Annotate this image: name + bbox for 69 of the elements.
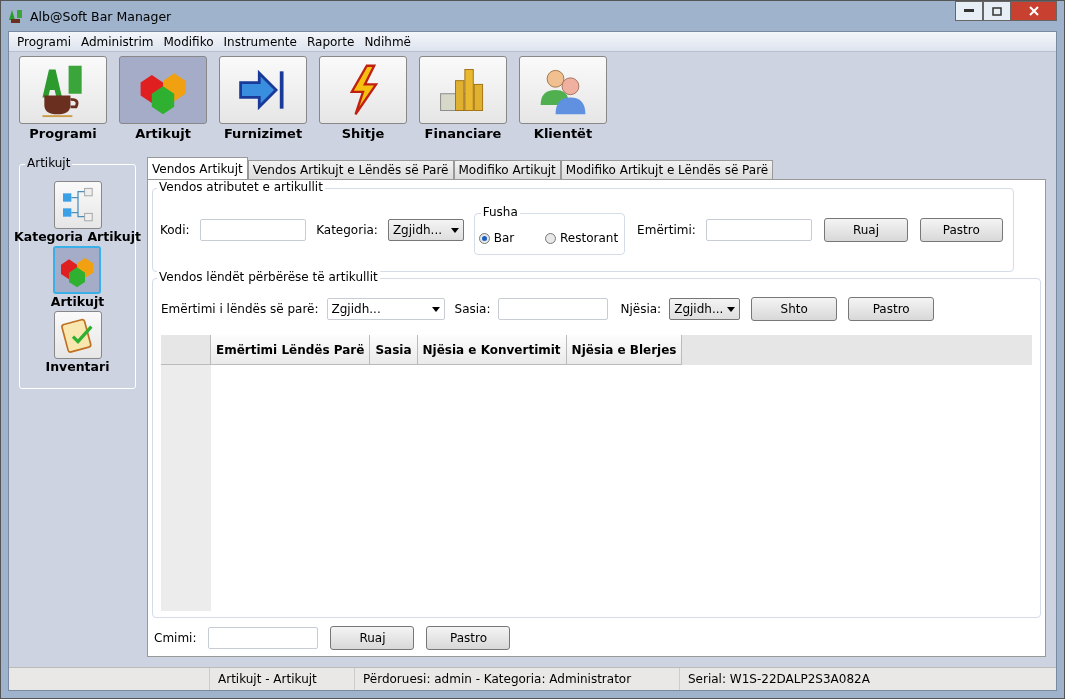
maximize-button[interactable] xyxy=(983,1,1011,21)
dropdown-arrow-icon xyxy=(450,227,459,233)
sidebar-label: Kategoria Artikujt xyxy=(14,229,141,244)
tab[interactable]: Vendos Artikujt xyxy=(147,157,248,179)
form-button[interactable]: Ruaj xyxy=(824,218,908,242)
field-label: Emërtimi: xyxy=(637,223,696,237)
dropdown-arrow-icon xyxy=(727,306,736,312)
field-label: Kodi: xyxy=(160,223,190,237)
form-button[interactable]: Pastro xyxy=(848,297,935,321)
category-dropdown[interactable]: Zgjidh... xyxy=(387,219,464,241)
minimize-icon xyxy=(964,9,974,13)
tab[interactable]: Modifiko Artikujt xyxy=(453,160,561,179)
menu-item[interactable]: Raporte xyxy=(302,34,361,49)
tab[interactable]: Modifiko Artikujt e Lëndës së Parë xyxy=(560,160,774,179)
menu-item[interactable]: Programi xyxy=(13,34,77,49)
sidebar-button[interactable] xyxy=(53,246,102,294)
column-header[interactable]: Njësia e Blerjes xyxy=(566,335,683,365)
menu-item[interactable]: Modifiko xyxy=(159,34,220,49)
toolbar-label: Artikujt xyxy=(135,126,191,141)
dropdown-arrow-icon xyxy=(431,306,440,312)
minimize-button[interactable] xyxy=(955,1,983,21)
menu-item[interactable]: Administrim xyxy=(76,34,160,49)
toolbar-button[interactable] xyxy=(219,56,307,124)
unit-dropdown[interactable]: Zgjidh... xyxy=(669,298,741,320)
group-title: Fusha xyxy=(480,205,520,219)
sidebar-label: Inventari xyxy=(45,359,110,374)
column-header[interactable]: Emërtimi Lëndës Parë xyxy=(211,335,371,365)
field-label: Cmimi: xyxy=(154,631,197,645)
toolbar-label: Klientët xyxy=(533,126,593,141)
column-header[interactable]: Njësia e Konvertimit xyxy=(417,335,567,365)
name-field[interactable] xyxy=(705,219,813,241)
status-text: Artikujt - Artikujt xyxy=(218,672,317,686)
code-field[interactable] xyxy=(199,219,307,241)
toolbar-button[interactable] xyxy=(319,56,407,124)
toolbar-label: Programi xyxy=(29,126,97,141)
status-text: Serial: W1S-22DALP2S3A082A xyxy=(688,672,870,686)
status-text: Përdoruesi: admin - Kategoria: Administrator xyxy=(363,672,632,686)
group-title: Vendos atributet e artikullit xyxy=(157,180,325,194)
form-button[interactable]: Shto xyxy=(751,297,838,321)
toolbar-button[interactable] xyxy=(19,56,107,124)
sidebar-label: Artikujt xyxy=(50,294,105,309)
toolbar-label: Financiare xyxy=(424,126,502,141)
quantity-field[interactable] xyxy=(498,298,609,320)
form-button[interactable]: Pastro xyxy=(919,218,1003,242)
toolbar-label: Furnizimet xyxy=(223,126,303,141)
window-title: Alb@Soft Bar Manager xyxy=(30,8,172,24)
menu-item[interactable]: Instrumente xyxy=(219,34,303,49)
maximize-icon xyxy=(992,6,1002,16)
form-button[interactable]: Ruaj xyxy=(330,626,415,650)
field-label: Sasia: xyxy=(454,302,491,316)
sidebar-button[interactable] xyxy=(53,181,102,229)
field-label: Kategoria: xyxy=(316,223,378,237)
toolbar-label: Shitje xyxy=(341,126,385,141)
form-button[interactable]: Pastro xyxy=(426,626,511,650)
price-field[interactable] xyxy=(208,627,319,649)
column-header[interactable]: Sasia xyxy=(370,335,418,365)
group-title: Artikujt xyxy=(25,156,73,170)
sidebar-button[interactable] xyxy=(53,311,102,359)
app-logo-icon xyxy=(8,8,24,24)
close-icon xyxy=(1029,6,1039,16)
ingredient-dropdown[interactable]: Zgjidh... xyxy=(326,298,445,320)
field-label: Emërtimi i lëndës së parë: xyxy=(161,302,319,316)
radio-button[interactable]: Restorant xyxy=(545,231,619,245)
field-label: Njësia: xyxy=(620,302,662,316)
group-title: Vendos lëndët përbërëse të artikullit xyxy=(157,270,380,284)
tab[interactable]: Vendos Artikujt e Lëndës së Parë xyxy=(247,160,454,179)
close-button[interactable] xyxy=(1011,1,1057,21)
menu-item[interactable]: Ndihmë xyxy=(360,34,417,49)
radio-button[interactable]: Bar xyxy=(478,231,515,245)
